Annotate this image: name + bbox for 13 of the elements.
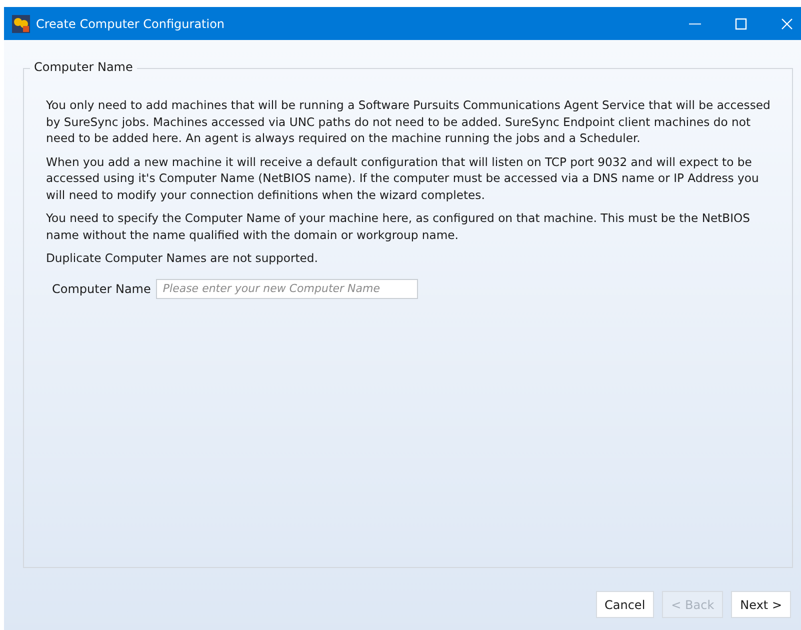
close-icon[interactable] <box>781 18 793 30</box>
wizard-button[interactable]: Next > <box>731 591 791 618</box>
description-text: You only need to add machines that will be running a Software Pursuits Communications Agent Service that will be accessed by SureSync jobs. Machines accessed via UNC paths do not need to be added. SureSync Endpoint client machines do not need to be added here. An agent is always required on the machine running the jobs and a Scheduler. <box>46 97 772 146</box>
description-text: When you add a new machine it will receive a default configuration that will listen on TCP port 9032 and will expect to be accessed using it's Computer Name (NetBIOS name). If the computer must be accessed via a DNS name or IP Address you will need to modify your connection definitions when the wizard completes. <box>46 154 760 203</box>
app-logo-icon <box>12 14 30 32</box>
computer-name-field[interactable]: Please enter your new Computer Name <box>156 278 418 298</box>
window-title: Create Computer Configuration <box>36 16 226 30</box>
maximize-icon[interactable] <box>735 18 747 30</box>
description-text: Duplicate Computer Names are not supported. <box>46 250 319 266</box>
wizard-button[interactable]: Cancel <box>596 591 654 618</box>
field-label: Computer Name <box>52 282 151 296</box>
group-title: Computer Name <box>30 60 137 74</box>
description-text: You need to specify the Computer Name of your machine here, as configured on that machine. This must be the NetBIOS name without the name qualified with the domain or workgroup name. <box>46 210 752 243</box>
